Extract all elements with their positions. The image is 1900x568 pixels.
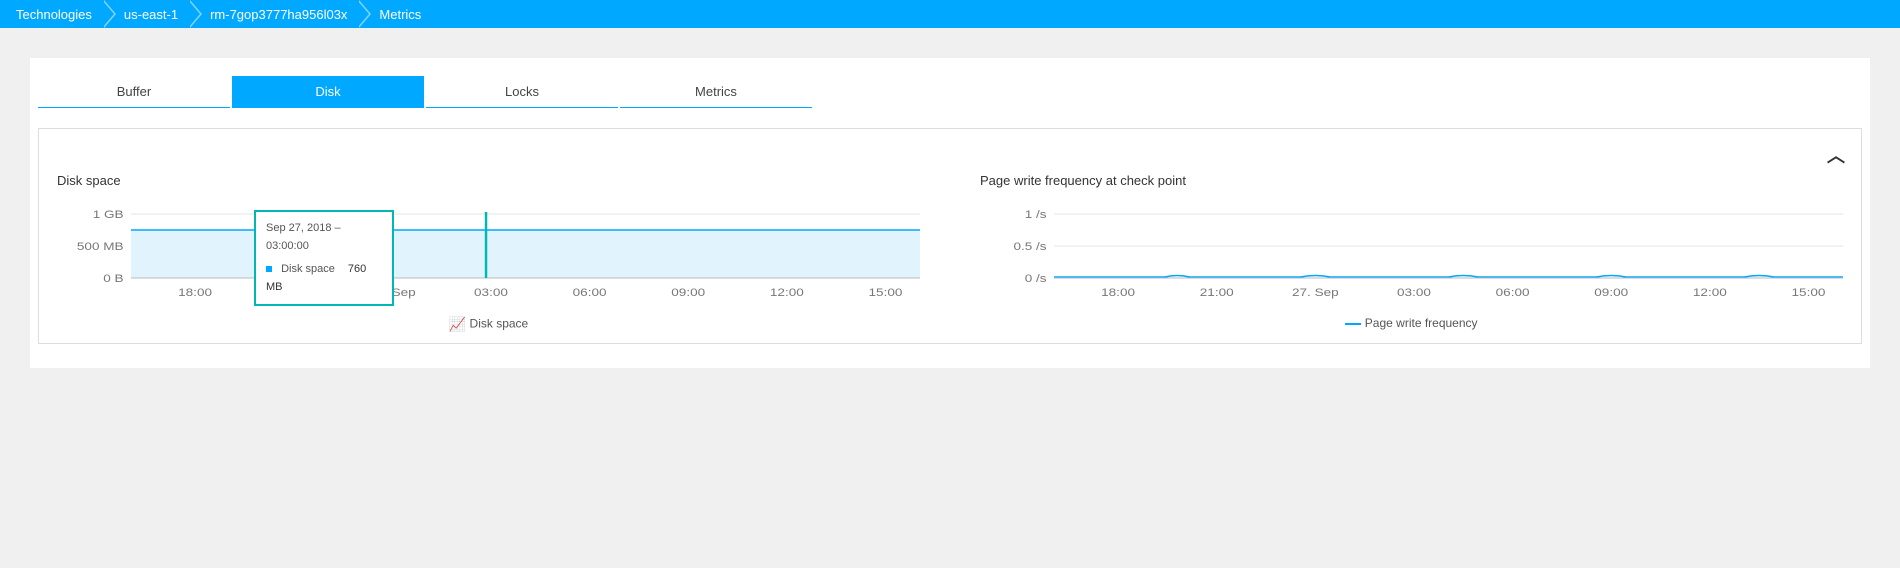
metrics-card: Buffer Disk Locks Metrics ︿ Disk space xyxy=(30,58,1870,368)
disk-panel: ︿ Disk space 1 GB 500 MB 0 B xyxy=(38,128,1862,344)
svg-text:06:00: 06:00 xyxy=(1496,286,1530,298)
svg-text:0 /s: 0 /s xyxy=(1025,272,1047,284)
chevron-up-icon: ︿ xyxy=(1827,146,1845,166)
tab-buffer[interactable]: Buffer xyxy=(38,76,230,108)
svg-text:21:00: 21:00 xyxy=(1200,286,1234,298)
svg-text:09:00: 09:00 xyxy=(1594,286,1628,298)
svg-text:1 /s: 1 /s xyxy=(1025,208,1047,220)
legend-label: Page write frequency xyxy=(1365,316,1478,330)
svg-text:18:00: 18:00 xyxy=(1101,286,1135,298)
breadcrumb-instance[interactable]: rm-7gop3777ha956l03x xyxy=(204,0,359,28)
svg-text:15:00: 15:00 xyxy=(1792,286,1826,298)
tab-locks[interactable]: Locks xyxy=(426,76,618,108)
breadcrumb-metrics[interactable]: Metrics xyxy=(373,0,433,28)
chart-legend: 📈 Disk space xyxy=(57,316,920,333)
breadcrumb-region[interactable]: us-east-1 xyxy=(118,0,190,28)
svg-text:06:00: 06:00 xyxy=(573,286,607,298)
breadcrumb-technologies[interactable]: Technologies xyxy=(10,0,104,28)
svg-text:12:00: 12:00 xyxy=(1693,286,1727,298)
svg-text:27. Sep: 27. Sep xyxy=(1292,286,1339,298)
chart-plot-area[interactable]: 1 /s 0.5 /s 0 /s 18:00 21:00 27. Sep 03:… xyxy=(980,204,1843,308)
disk-space-chart: Disk space 1 GB 500 MB 0 B xyxy=(57,173,920,333)
chart-legend: Page write frequency xyxy=(980,316,1843,330)
svg-text:03:00: 03:00 xyxy=(1397,286,1431,298)
svg-text:18:00: 18:00 xyxy=(178,286,212,298)
chevron-right-icon xyxy=(190,0,204,28)
svg-text:0 B: 0 B xyxy=(103,272,123,284)
area-chart-icon: 📈 xyxy=(449,316,466,332)
svg-text:03:00: 03:00 xyxy=(474,286,508,298)
chevron-right-icon xyxy=(359,0,373,28)
collapse-toggle[interactable]: ︿ xyxy=(1827,147,1845,165)
svg-text:15:00: 15:00 xyxy=(869,286,903,298)
line-series-icon xyxy=(1345,323,1361,325)
tab-disk[interactable]: Disk xyxy=(232,76,424,108)
svg-text:21:00: 21:00 xyxy=(277,286,311,298)
svg-text:09:00: 09:00 xyxy=(671,286,705,298)
tab-metrics[interactable]: Metrics xyxy=(620,76,812,108)
legend-label: Disk space xyxy=(470,317,529,331)
svg-text:500 MB: 500 MB xyxy=(77,240,124,252)
tabs: Buffer Disk Locks Metrics xyxy=(38,76,1866,108)
page-write-chart: Page write frequency at check point 1 /s… xyxy=(980,173,1843,333)
svg-text:1 GB: 1 GB xyxy=(93,208,124,220)
svg-text:27. Sep: 27. Sep xyxy=(369,286,416,298)
breadcrumb: Technologies us-east-1 rm-7gop3777ha956l… xyxy=(0,0,1900,28)
chart-plot-area[interactable]: 1 GB 500 MB 0 B 18:00 21:00 27. Sep xyxy=(57,204,920,308)
chart-title: Disk space xyxy=(57,173,920,188)
chevron-right-icon xyxy=(104,0,118,28)
svg-text:12:00: 12:00 xyxy=(770,286,804,298)
chart-title: Page write frequency at check point xyxy=(980,173,1843,188)
svg-text:0.5 /s: 0.5 /s xyxy=(1013,240,1046,252)
